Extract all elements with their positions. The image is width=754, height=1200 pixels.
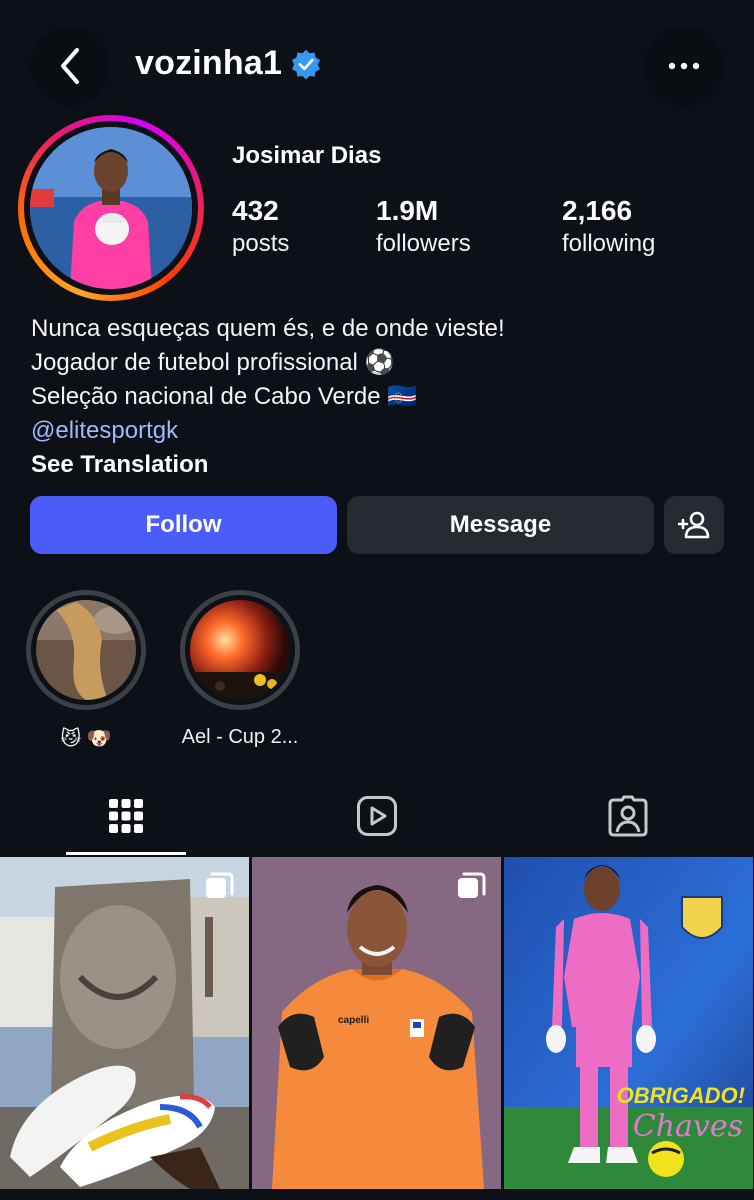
posts-count[interactable]: 432 posts [232, 196, 289, 262]
posts-grid: capelli OBRIGADO! Chaves [0, 857, 754, 1200]
message-button[interactable]: Message [347, 496, 654, 554]
tagged-icon [608, 795, 647, 837]
post-thumbnail[interactable] [0, 857, 249, 1189]
active-tab-indicator [66, 852, 186, 855]
tab-posts-grid[interactable] [0, 776, 251, 856]
following-count[interactable]: 2,166 following [562, 196, 655, 262]
bio-line: Nunca esqueças quem és, e de onde vieste… [31, 315, 505, 342]
posts-count-value: 432 [232, 195, 279, 226]
highlight-label: Ael - Cup 2... [181, 726, 299, 748]
story-highlight[interactable]: Ael - Cup 2... [180, 590, 300, 749]
top-bar: vozinha1 [0, 0, 754, 130]
verified-badge-icon [292, 49, 321, 80]
post-image [0, 857, 249, 1189]
bio-mention-link[interactable]: @elitesportgk [31, 414, 505, 448]
posts-count-label: posts [232, 230, 290, 257]
reels-icon [356, 796, 397, 836]
following-count-label: following [562, 230, 656, 257]
followers-count-value: 1.9M [376, 195, 439, 226]
username-row: vozinha1 [135, 44, 322, 83]
profile-avatar[interactable] [18, 115, 204, 301]
suggested-users-button[interactable] [664, 496, 724, 554]
follow-button[interactable]: Follow [30, 496, 337, 554]
profile-tabs [0, 776, 754, 856]
username: vozinha1 [135, 44, 283, 82]
see-translation-link[interactable]: See Translation [31, 448, 505, 482]
bio-line: Seleção nacional de Cabo Verde 🇨🇻 [31, 383, 418, 410]
following-count-value: 2,166 [562, 195, 633, 226]
jersey-sponsor-text: capelli [338, 1015, 370, 1026]
followers-count[interactable]: 1.9M followers [376, 196, 471, 262]
avatar-photo [30, 127, 192, 289]
highlight-label: 😼 🐶 [60, 728, 112, 750]
highlight-cover [36, 600, 136, 700]
highlight-cover [190, 600, 290, 700]
carousel-icon [458, 872, 486, 898]
chevron-left-icon [61, 48, 79, 84]
carousel-icon [206, 872, 234, 898]
post-overlay-subtitle: Chaves [632, 1109, 743, 1144]
post-image [252, 857, 501, 1189]
tab-tagged[interactable] [502, 776, 753, 856]
grid-icon [108, 799, 143, 833]
bio-line: Jogador de futebol profissional ⚽ [31, 349, 395, 376]
followers-count-label: followers [376, 230, 471, 257]
tab-reels[interactable] [251, 776, 502, 856]
more-horizontal-icon [668, 62, 700, 70]
story-highlight[interactable]: 😼 🐶 [26, 590, 146, 751]
more-options-button[interactable] [644, 26, 724, 106]
post-thumbnail[interactable]: OBRIGADO! Chaves [504, 857, 753, 1189]
back-button[interactable] [30, 26, 110, 106]
post-thumbnail[interactable]: capelli [252, 857, 501, 1189]
bio: Nunca esqueças quem és, e de onde vieste… [31, 312, 505, 482]
full-name: Josimar Dias [232, 142, 382, 169]
post-overlay-title: OBRIGADO! [616, 1083, 745, 1108]
add-user-icon [678, 511, 710, 539]
